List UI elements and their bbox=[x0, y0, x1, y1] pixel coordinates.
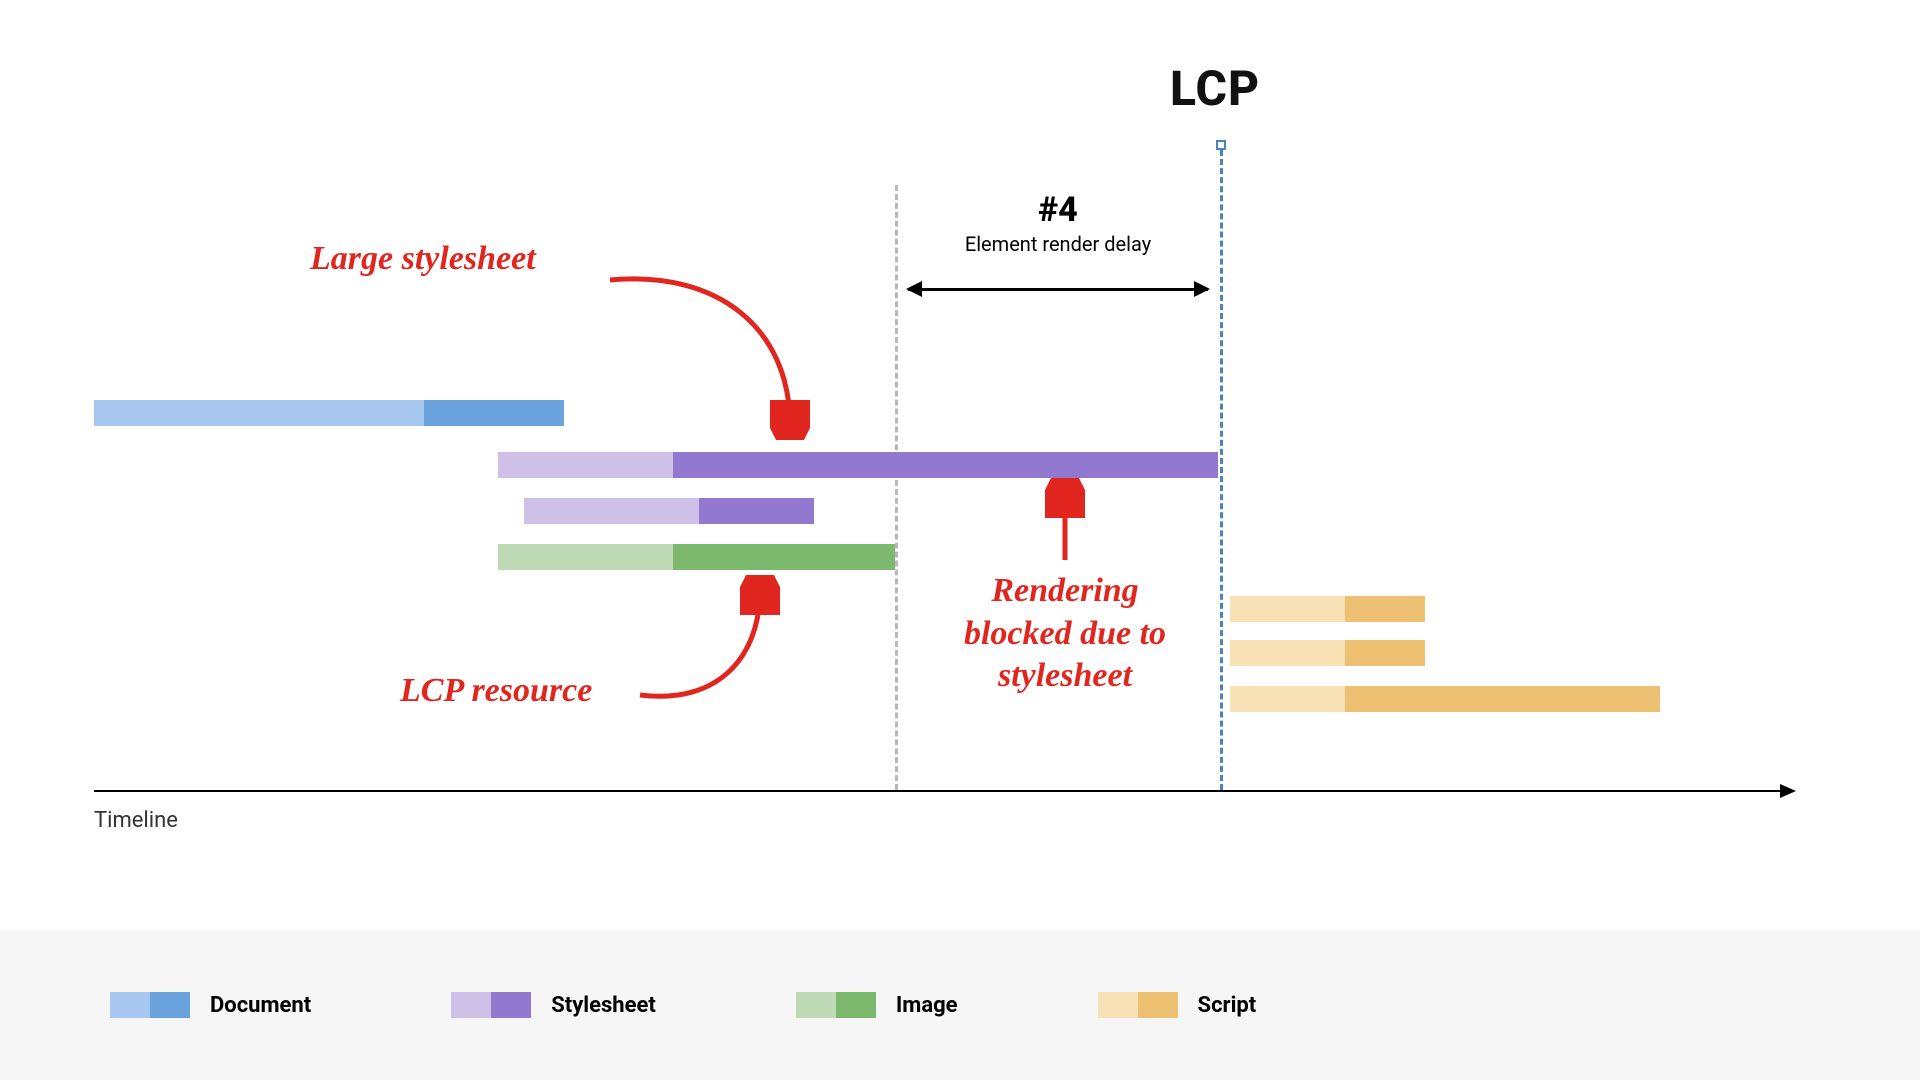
bar-document bbox=[94, 400, 564, 426]
segment-range-arrow bbox=[908, 288, 1208, 291]
segment-subtitle: Element render delay bbox=[895, 232, 1221, 256]
arrow-lcp-resource-icon bbox=[630, 575, 830, 725]
lcp-heading: LCP bbox=[1170, 60, 1260, 117]
lcp-marker-icon bbox=[1216, 140, 1226, 150]
legend-label-stylesheet: Stylesheet bbox=[551, 993, 656, 1018]
swatch-document-icon bbox=[110, 992, 190, 1018]
diagram-canvas: LCP #4 Element render delay Large styles… bbox=[0, 0, 1920, 1080]
bar-image-lcp bbox=[498, 544, 895, 570]
render-start-dashed-line bbox=[895, 185, 898, 790]
legend-item-document: Document bbox=[110, 992, 311, 1018]
legend-label-image: Image bbox=[896, 993, 958, 1018]
bar-script-1 bbox=[1230, 596, 1425, 622]
swatch-stylesheet-icon bbox=[451, 992, 531, 1018]
bar-script-3 bbox=[1230, 686, 1660, 712]
swatch-image-icon bbox=[796, 992, 876, 1018]
legend-label-script: Script bbox=[1198, 993, 1257, 1018]
annotation-large-stylesheet: Large stylesheet bbox=[310, 238, 536, 281]
legend-item-image: Image bbox=[796, 992, 958, 1018]
legend-item-stylesheet: Stylesheet bbox=[451, 992, 656, 1018]
segment-number: #4 bbox=[895, 190, 1221, 230]
annotation-lcp-resource: LCP resource bbox=[400, 670, 592, 713]
segment-heading: #4 Element render delay bbox=[895, 190, 1221, 256]
bar-script-2 bbox=[1230, 640, 1425, 666]
timeline-label: Timeline bbox=[94, 808, 178, 833]
timeline-axis bbox=[94, 790, 1794, 792]
arrow-render-blocked-icon bbox=[1050, 485, 1090, 565]
legend: Document Stylesheet Image Script bbox=[0, 930, 1920, 1080]
swatch-script-icon bbox=[1098, 992, 1178, 1018]
bar-stylesheet-2 bbox=[524, 498, 814, 524]
arrow-large-stylesheet-icon bbox=[600, 260, 860, 460]
annotation-render-blocked: Rendering blocked due to stylesheet bbox=[950, 570, 1180, 698]
legend-label-document: Document bbox=[210, 993, 311, 1018]
legend-item-script: Script bbox=[1098, 992, 1257, 1018]
